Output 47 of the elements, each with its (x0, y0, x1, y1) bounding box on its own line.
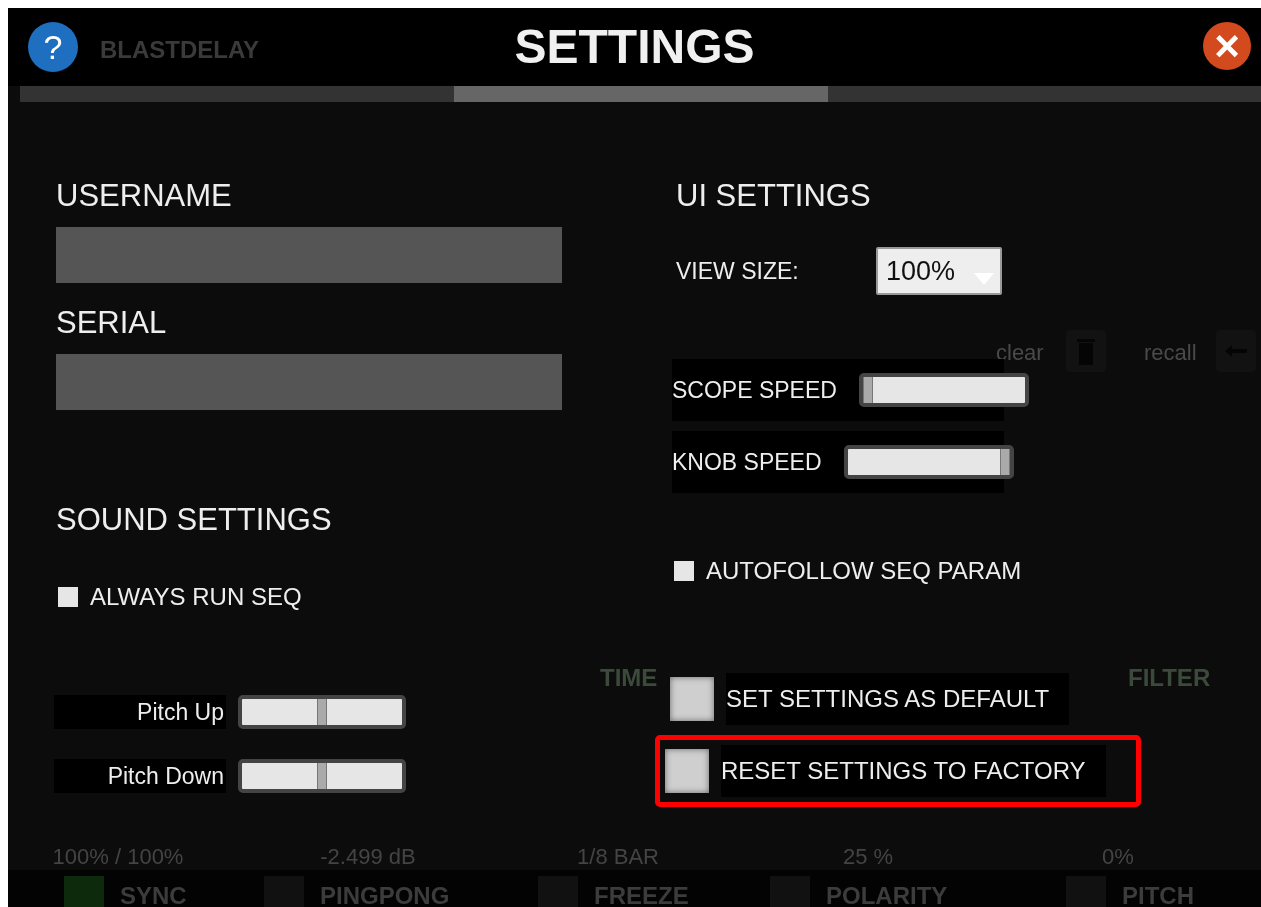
input-field[interactable] (56, 227, 562, 283)
readout-value: 0% (1101, 843, 1135, 871)
readout-value: 25 % (841, 843, 895, 871)
slider-thumb[interactable] (317, 699, 327, 725)
checkbox-label: ALWAYS RUN SEQ (90, 582, 302, 612)
action-label: SET SETTINGS AS DEFAULT (726, 673, 1070, 725)
close-button[interactable]: × (1203, 22, 1251, 70)
toggle-label: PINGPONG (320, 884, 450, 907)
readout-value: 100% / 100% (51, 843, 185, 871)
toggle-label: POLARITY (826, 884, 948, 907)
slider-track[interactable] (238, 759, 406, 793)
action-button[interactable] (670, 677, 714, 721)
readout-value: -2.499 dB (319, 843, 417, 871)
slider-thumb[interactable] (862, 377, 873, 403)
toggle-label: FREEZE (594, 884, 689, 907)
checkbox[interactable] (674, 561, 694, 581)
slider-label: KNOB SPEED (672, 447, 822, 477)
action-label: RESET SETTINGS TO FACTORY (721, 745, 1106, 797)
toggle-label: SYNC (120, 884, 187, 907)
slider-label: Pitch Down (54, 759, 226, 793)
section-heading: UI SETTINGS (676, 180, 872, 211)
section-heading: SOUND SETTINGS (56, 504, 333, 535)
brand-title: BLASTDELAY (100, 35, 260, 65)
slider-label: SCOPE SPEED (672, 375, 837, 405)
section-label: TIME (600, 663, 658, 693)
checkbox-label: AUTOFOLLOW SEQ PARAM (706, 556, 1022, 586)
slider-thumb[interactable] (317, 763, 327, 789)
slider-thumb[interactable] (999, 449, 1010, 475)
recall-label: recall (1144, 339, 1197, 367)
readout-value: 1/8 BAR (576, 843, 660, 871)
section-heading: SERIAL (56, 307, 168, 338)
action-button[interactable] (665, 749, 709, 793)
window-title: SETTINGS (514, 23, 755, 71)
slider-label: Pitch Up (54, 695, 226, 729)
section-label: FILTER (1128, 663, 1211, 693)
slider-track[interactable] (238, 695, 406, 729)
field-label: VIEW SIZE: (676, 256, 800, 286)
input-field[interactable] (56, 354, 562, 410)
clear-label: clear (996, 339, 1044, 367)
section-heading: USERNAME (56, 180, 233, 211)
checkbox[interactable] (58, 587, 78, 607)
help-button[interactable]: ? (28, 22, 78, 72)
view-size-dropdown[interactable]: 100% (876, 247, 1002, 295)
slider-track[interactable] (843, 445, 1014, 479)
slider-track[interactable] (858, 373, 1029, 407)
toggle-button[interactable] (64, 876, 104, 907)
toggle-label: PITCH (1122, 884, 1194, 907)
